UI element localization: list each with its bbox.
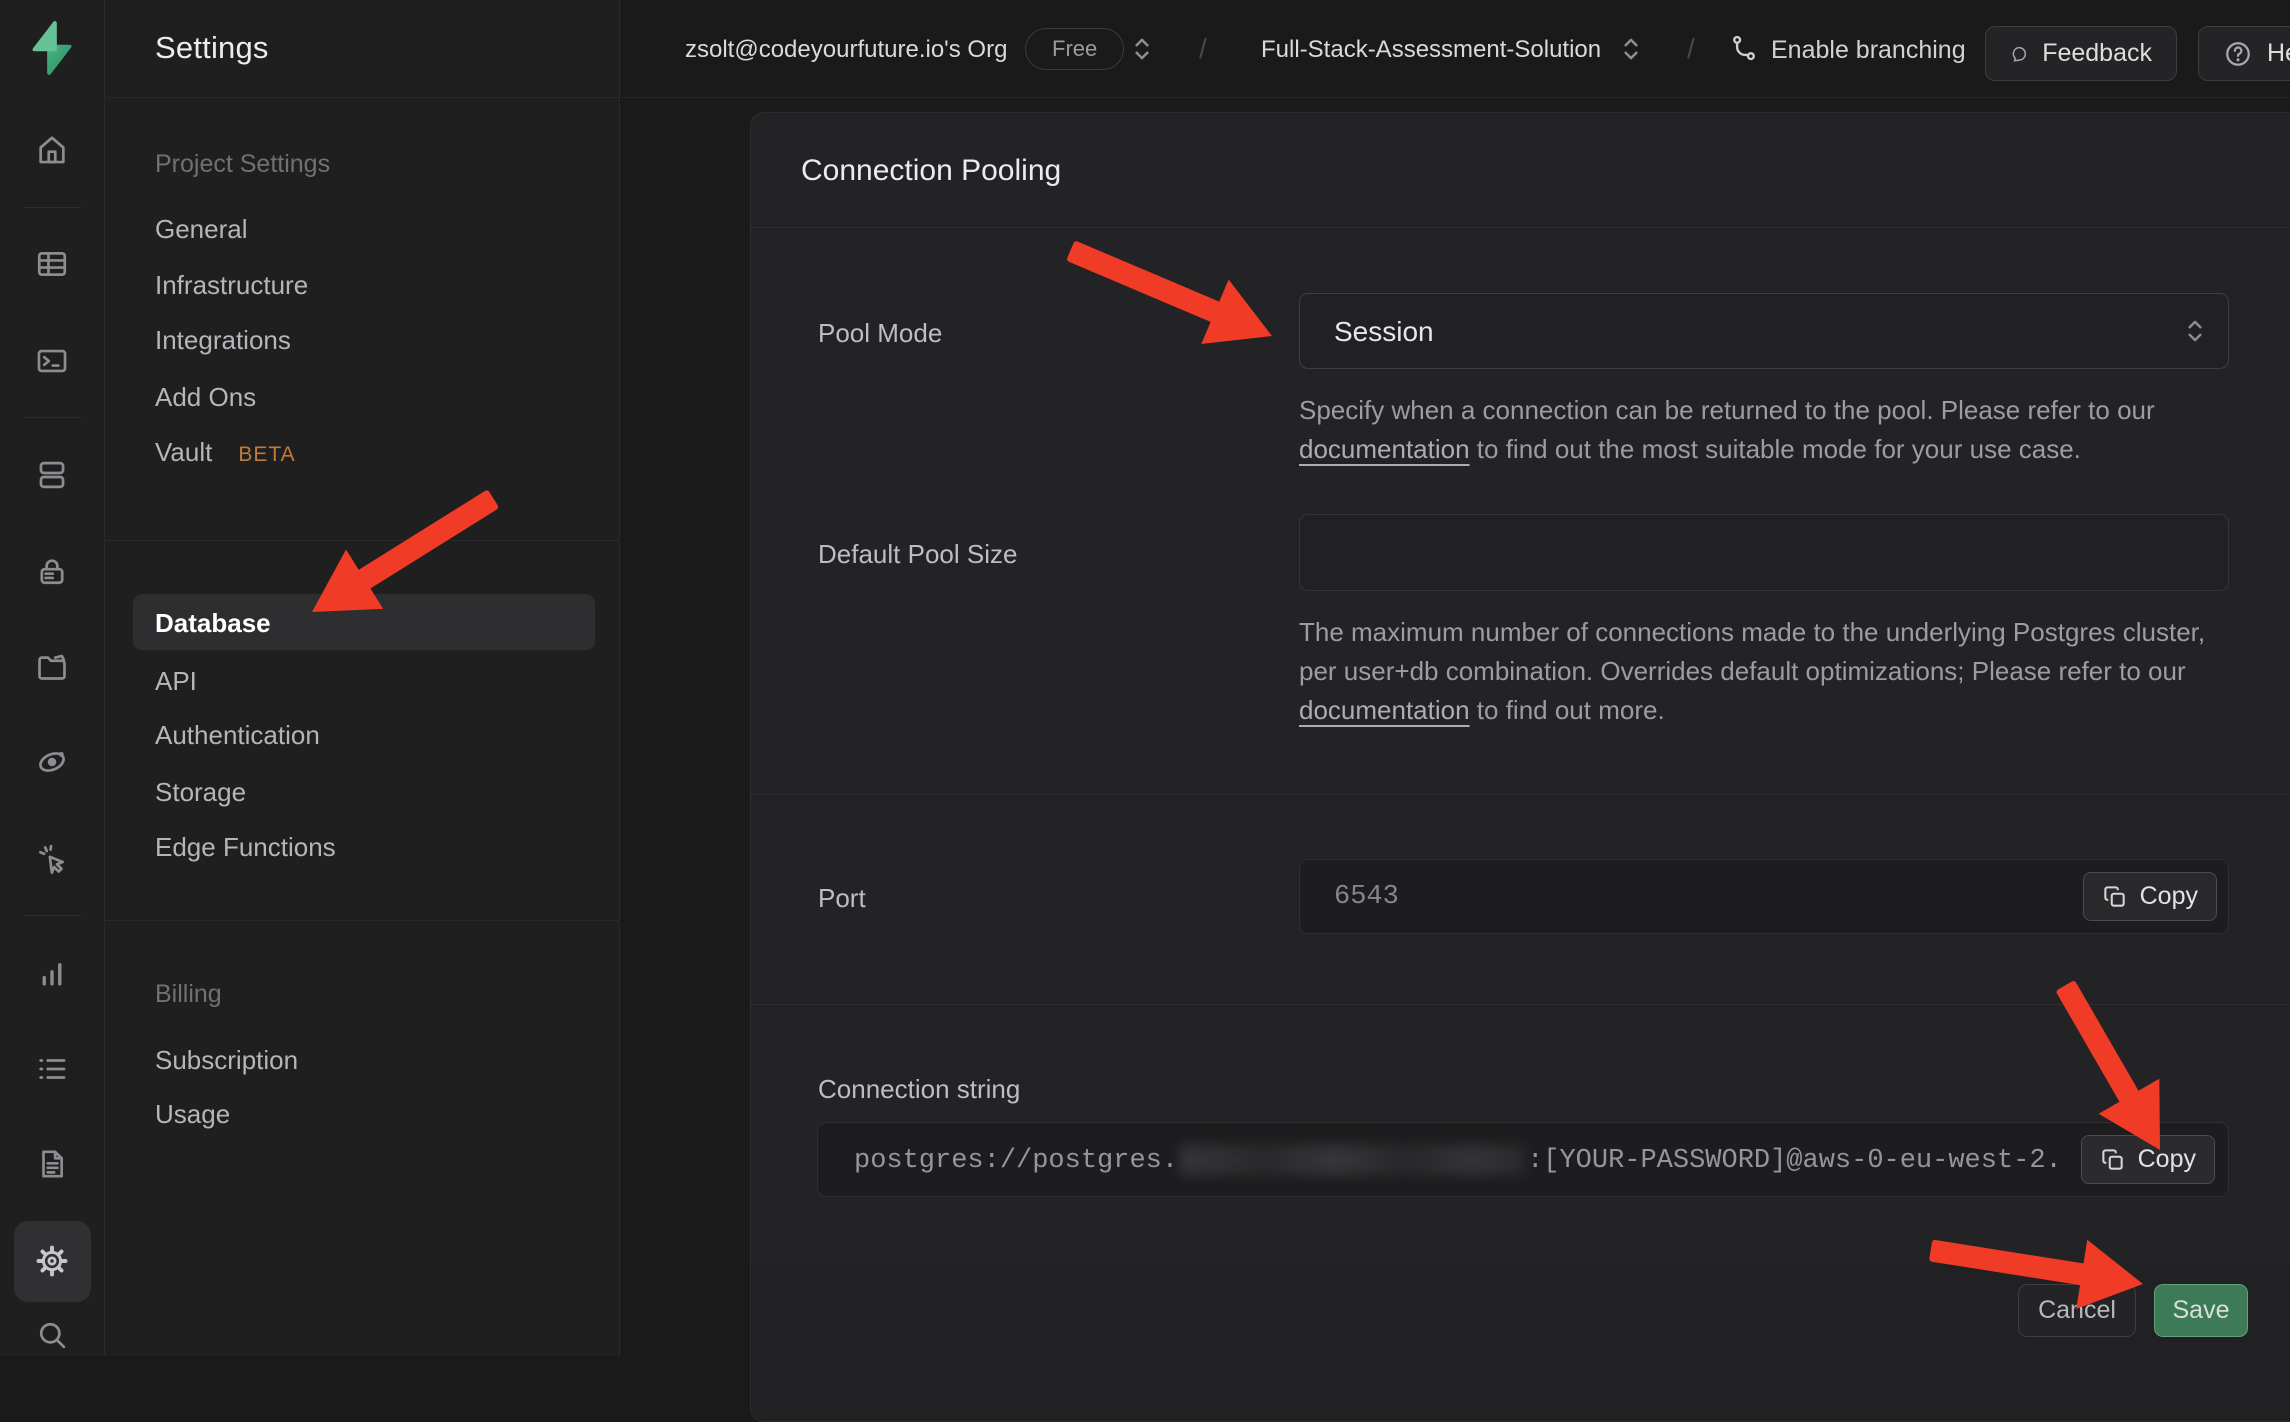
docs-file-icon[interactable] [35, 1147, 69, 1181]
storage-folder-icon[interactable] [35, 650, 69, 684]
org-chevron-updown-icon[interactable] [1129, 34, 1155, 64]
documentation-link[interactable]: documentation [1299, 434, 1470, 464]
sidebar-item-vault[interactable]: VaultBETA [155, 437, 296, 468]
rail-divider [24, 915, 81, 916]
connection-string-value: postgres://postgres.:[YOUR-PASSWORD]@aws… [854, 1145, 2062, 1176]
breadcrumb-separator: / [1199, 33, 1207, 65]
sidebar-item-integrations[interactable]: Integrations [155, 325, 291, 356]
rail-divider [24, 417, 81, 418]
connection-string-box: postgres://postgres.:[YOUR-PASSWORD]@aws… [817, 1122, 2229, 1197]
copy-icon [2102, 884, 2128, 910]
enable-branching-button[interactable]: Enable branching [1771, 36, 1966, 65]
beta-badge: BETA [238, 443, 295, 466]
realtime-icon[interactable] [35, 745, 69, 779]
default-pool-size-label: Default Pool Size [818, 539, 1017, 570]
default-pool-size-description: The maximum number of connections made t… [1299, 613, 2244, 730]
save-button[interactable]: Save [2154, 1284, 2248, 1337]
breadcrumb-separator: / [1687, 33, 1695, 65]
sidebar-item-add-ons[interactable]: Add Ons [155, 382, 256, 413]
panel-title: Connection Pooling [801, 154, 1061, 188]
plan-badge: Free [1025, 28, 1124, 70]
sidebar-item-api[interactable]: API [155, 666, 197, 697]
connection-string-copy-button[interactable]: Copy [2081, 1135, 2215, 1184]
connection-string-label: Connection string [818, 1074, 1020, 1105]
sidebar-top-divider [105, 97, 619, 98]
settings-gear-icon [35, 1244, 69, 1278]
icon-rail [0, 0, 105, 1356]
port-value: 6543 [1334, 882, 1399, 912]
sidebar-header-project-settings: Project Settings [155, 150, 330, 179]
sidebar-item-usage[interactable]: Usage [155, 1099, 230, 1130]
sidebar-divider [105, 920, 619, 921]
help-button[interactable]: He [2198, 26, 2290, 81]
sidebar-divider [105, 540, 619, 541]
help-circle-icon [2223, 39, 2253, 69]
supabase-logo[interactable] [24, 20, 80, 76]
authentication-lock-icon[interactable] [35, 555, 69, 589]
sql-editor-icon[interactable] [35, 344, 69, 378]
project-chevron-updown-icon[interactable] [1618, 34, 1644, 64]
sidebar-item-subscription[interactable]: Subscription [155, 1045, 298, 1076]
connection-pooling-panel: Connection Pooling Pool Mode Session Spe… [750, 112, 2290, 1422]
documentation-link[interactable]: documentation [1299, 695, 1470, 725]
panel-divider [751, 1004, 2290, 1005]
port-label: Port [818, 883, 866, 914]
settings-sidebar: Settings Project Settings General Infras… [105, 0, 620, 1356]
panel-divider [751, 227, 2290, 228]
database-icon[interactable] [35, 458, 69, 492]
cancel-button[interactable]: Cancel [2018, 1284, 2136, 1337]
panel-footer: Cancel Save [751, 1264, 2290, 1421]
port-input: 6543 Copy [1299, 859, 2229, 934]
branch-icon [1729, 33, 1759, 63]
breadcrumb-project[interactable]: Full-Stack-Assessment-Solution [1261, 36, 1601, 64]
copy-icon [2100, 1147, 2126, 1173]
top-bar: zsolt@codeyourfuture.io's Org Free / Ful… [621, 0, 2290, 98]
pool-mode-label: Pool Mode [818, 318, 942, 349]
breadcrumb-org[interactable]: zsolt@codeyourfuture.io's Org [685, 36, 1007, 64]
home-icon[interactable] [35, 133, 69, 167]
chevron-updown-icon [2182, 316, 2208, 346]
pool-mode-description: Specify when a connection can be returne… [1299, 391, 2244, 469]
sidebar-item-general[interactable]: General [155, 214, 248, 245]
reports-chart-icon[interactable] [35, 957, 69, 991]
port-copy-button[interactable]: Copy [2083, 872, 2217, 921]
speech-bubble-icon [2010, 39, 2028, 69]
redacted-project-ref [1180, 1145, 1525, 1175]
pool-mode-select[interactable]: Session [1299, 293, 2229, 369]
sidebar-item-authentication[interactable]: Authentication [155, 720, 320, 751]
default-pool-size-input[interactable] [1299, 514, 2229, 591]
feedback-button[interactable]: Feedback [1985, 26, 2177, 81]
sidebar-item-infrastructure[interactable]: Infrastructure [155, 270, 308, 301]
rail-divider [24, 207, 81, 208]
sidebar-item-edge-functions[interactable]: Edge Functions [155, 832, 336, 863]
sidebar-header-billing: Billing [155, 980, 222, 1009]
logs-list-icon[interactable] [35, 1052, 69, 1086]
advisors-cursor-icon[interactable] [35, 842, 69, 876]
pool-mode-value: Session [1334, 316, 1434, 348]
sidebar-item-database-active[interactable]: Database [133, 594, 595, 650]
page-title: Settings [155, 30, 269, 66]
sidebar-item-storage[interactable]: Storage [155, 777, 246, 808]
settings-rail-active[interactable] [14, 1221, 91, 1302]
search-icon[interactable] [35, 1318, 69, 1352]
table-editor-icon[interactable] [35, 247, 69, 281]
panel-divider [751, 794, 2290, 795]
